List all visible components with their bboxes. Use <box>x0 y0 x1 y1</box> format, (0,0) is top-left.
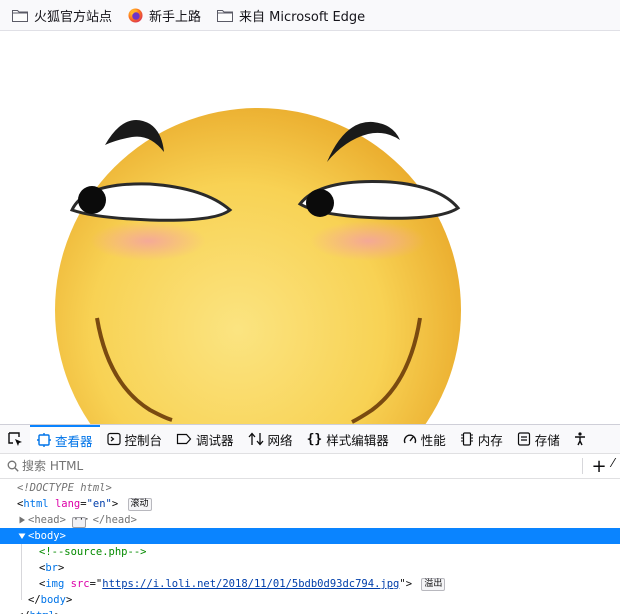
tab-label: 内存 <box>477 432 503 448</box>
tab-memory[interactable]: 内存 <box>453 425 510 453</box>
tab-label: 网络 <box>267 432 293 448</box>
tab-console[interactable]: 控制台 <box>100 425 170 453</box>
collapse-toggle-icon[interactable] <box>17 528 27 544</box>
html-tag-name: html <box>23 498 49 510</box>
markup-body-line[interactable]: <body> <box>0 528 620 544</box>
accessibility-icon <box>574 432 585 446</box>
search-icon <box>7 460 19 472</box>
doctype-text: <!DOCTYPE html> <box>17 482 112 494</box>
element-picker-button[interactable] <box>0 425 30 453</box>
br-tag-name: br <box>45 562 58 574</box>
comment-text: <!--source.php--> <box>39 546 147 558</box>
memory-icon <box>460 432 473 446</box>
body-close-tag-name: body <box>40 594 66 606</box>
tab-inspector[interactable]: 查看器 <box>30 425 100 453</box>
chevron-icon: ⁄ <box>612 456 615 470</box>
scroll-badge[interactable]: 滚动 <box>127 498 152 511</box>
tab-performance[interactable]: 性能 <box>396 425 453 453</box>
more-tools-button[interactable]: ⁄ <box>612 456 614 470</box>
bookmarks-toolbar: 火狐官方站点 新手上路 来自 Microsoft Edge <box>0 0 620 31</box>
tab-label: 性能 <box>420 432 446 448</box>
plus-icon: + <box>591 455 607 477</box>
devtools-toolbar: 查看器 控制台 调试器 网络 {} 样式编辑器 性能 内存 存储 <box>0 425 620 454</box>
toolbar-divider <box>582 458 583 474</box>
html-attr-value: "en" <box>86 498 112 510</box>
head-close-tag-name: head <box>105 514 131 526</box>
bookmark-folder-from-edge[interactable]: 来自 Microsoft Edge <box>215 4 367 26</box>
markup-view: <!DOCTYPE html> <html lang="en"> 滚动 <hea… <box>0 479 620 614</box>
bookmark-label: 火狐官方站点 <box>34 9 113 25</box>
tab-storage[interactable]: 存储 <box>510 425 567 453</box>
img-attr-name: src <box>70 578 90 590</box>
tab-label: 调试器 <box>196 432 234 448</box>
expand-toggle-icon[interactable] <box>17 512 27 528</box>
tab-label: 查看器 <box>55 433 93 449</box>
tab-label: 存储 <box>534 432 560 448</box>
collapsed-content-icon[interactable]: ··· <box>72 516 90 528</box>
console-icon <box>106 432 121 446</box>
head-tag-name: head <box>34 514 60 526</box>
tab-accessibility[interactable] <box>567 425 593 453</box>
storage-icon <box>517 432 530 446</box>
html-search-input[interactable] <box>22 459 522 473</box>
tab-debugger[interactable]: 调试器 <box>169 425 241 453</box>
body-tag-name: body <box>34 530 60 542</box>
page-viewport <box>0 32 620 424</box>
firefox-icon <box>128 7 143 23</box>
folder-icon <box>12 9 28 22</box>
markup-body-close-line[interactable]: </body> <box>0 592 620 608</box>
tab-style-editor[interactable]: {} 样式编辑器 <box>300 425 396 453</box>
tab-label: 样式编辑器 <box>326 432 389 448</box>
markup-html-close-line[interactable]: </html> <box>0 608 620 614</box>
img-tag-name: img <box>45 578 65 590</box>
html-attr-name: lang <box>54 498 81 510</box>
markup-head-line[interactable]: <head> ··· </head> <box>0 512 620 528</box>
html-search-bar: + ⁄ <box>0 454 620 479</box>
debugger-icon <box>176 433 192 445</box>
tab-network[interactable]: 网络 <box>241 425 300 453</box>
tab-label: 控制台 <box>124 432 163 448</box>
performance-icon <box>403 434 416 444</box>
bookmark-label: 新手上路 <box>149 9 202 25</box>
style-editor-icon: {} <box>306 431 323 447</box>
folder-icon <box>217 9 234 22</box>
bookmark-folder-firefox-official[interactable]: 火狐官方站点 <box>10 4 114 26</box>
add-node-button[interactable]: + <box>590 454 608 478</box>
markup-img-line[interactable]: <img src="https://i.loli.net/2018/11/01/… <box>0 576 620 592</box>
bookmark-getting-started[interactable]: 新手上路 <box>126 4 203 26</box>
emoji-face-image <box>55 108 461 424</box>
markup-doctype-line[interactable]: <!DOCTYPE html> <box>0 480 620 496</box>
bookmark-label: 来自 Microsoft Edge <box>239 9 366 25</box>
markup-comment-line[interactable]: <!--source.php--> <box>0 544 620 560</box>
markup-br-line[interactable]: <br> <box>0 560 620 576</box>
overflow-badge[interactable]: 溢出 <box>421 578 446 591</box>
element-picker-icon <box>8 432 22 446</box>
inspector-icon <box>37 433 51 447</box>
html-close-tag-name: html <box>30 610 55 614</box>
markup-html-line[interactable]: <html lang="en"> 滚动 <box>0 496 620 512</box>
img-src-link[interactable]: https://i.loli.net/2018/11/01/5bdb0d93dc… <box>102 578 399 590</box>
network-icon <box>248 432 264 446</box>
devtools-panel: 查看器 控制台 调试器 网络 {} 样式编辑器 性能 内存 存储 搜索 HTML… <box>0 424 620 614</box>
